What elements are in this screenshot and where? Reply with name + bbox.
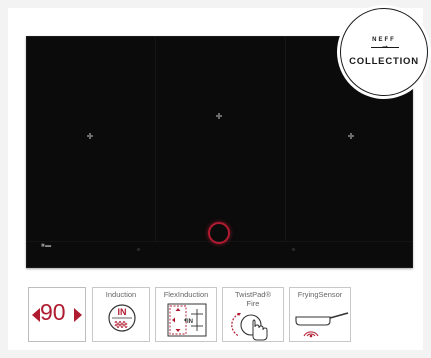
twistpad-fire-icon xyxy=(231,313,268,341)
zone-marker-left xyxy=(87,133,93,139)
feature-frying-sensor: FryingSensor xyxy=(289,287,351,342)
feature-twistpad-fire: TwistPad® Fire xyxy=(222,287,284,342)
badge-arrow-icon: ⇀ xyxy=(382,44,388,51)
feature-induction: Induction IN xyxy=(92,287,150,342)
hob-brand-mark: ■▬ xyxy=(41,243,52,249)
control-strip xyxy=(27,241,412,267)
collection-badge: NEFF ⇀ COLLECTION xyxy=(340,8,428,96)
zone-marker-center xyxy=(216,113,222,119)
control-dot xyxy=(292,248,295,251)
badge-brand: NEFF xyxy=(372,37,396,43)
flexinduction-icon-text: IN xyxy=(187,319,193,325)
induction-icon: IN xyxy=(108,304,136,332)
zone-divider-1 xyxy=(155,37,156,242)
twistpad-knob xyxy=(208,222,230,244)
feature-flexinduction: FlexInduction IN xyxy=(155,287,217,342)
feature-label: FryingSensor xyxy=(297,290,343,299)
feature-label: TwistPad® Fire xyxy=(235,290,271,308)
control-dot xyxy=(137,248,140,251)
feature-label: Induction xyxy=(105,290,137,299)
feature-size: 90 xyxy=(28,287,86,342)
size-value: 90 xyxy=(40,299,66,325)
size-arrow-right-icon xyxy=(74,308,82,322)
frying-sensor-icon xyxy=(295,312,349,338)
zone-divider-2 xyxy=(285,37,286,242)
feature-label: FlexInduction xyxy=(163,290,209,299)
zone-marker-right xyxy=(348,133,354,139)
induction-icon-text: IN xyxy=(118,307,127,317)
badge-collection: COLLECTION xyxy=(349,56,419,67)
flexinduction-icon: IN xyxy=(167,303,207,337)
size-arrow-left-icon xyxy=(32,308,40,322)
